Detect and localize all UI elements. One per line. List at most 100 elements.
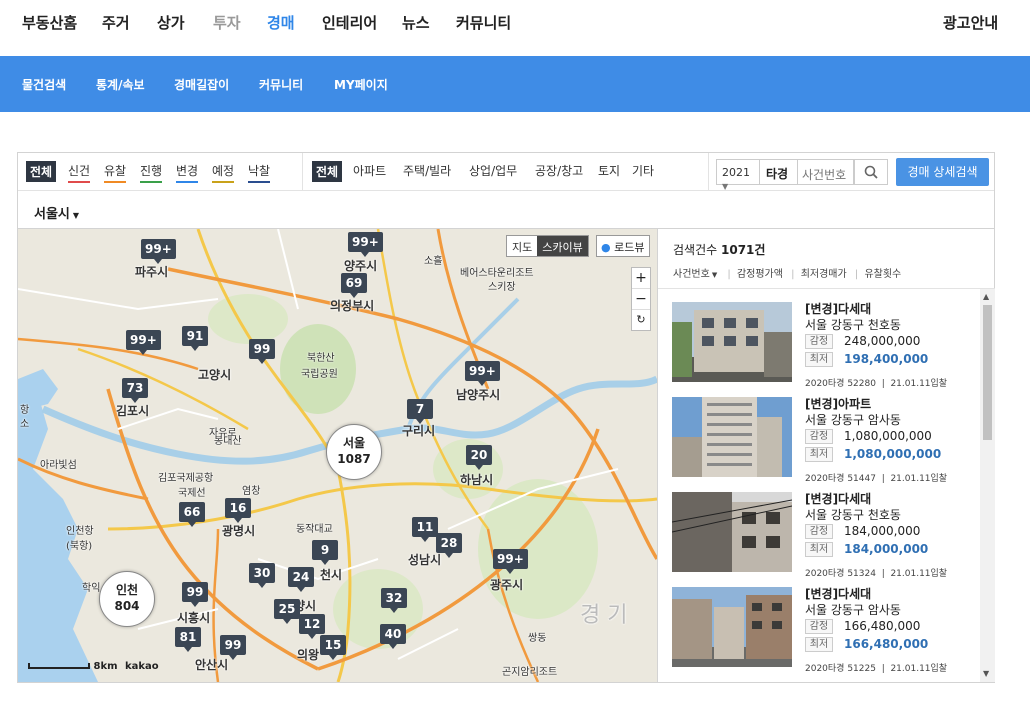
auction-count-marker[interactable]: 66 — [179, 502, 205, 527]
place-label: 구리시 — [402, 424, 436, 438]
property-photo — [672, 587, 792, 667]
status-filter-all[interactable]: 전체 — [26, 161, 57, 182]
subnav-item-search[interactable]: 물건검색 — [22, 76, 66, 93]
scrollbar-thumb[interactable] — [983, 305, 992, 440]
map-view-button[interactable]: 지도 — [507, 236, 538, 256]
building-image — [672, 302, 792, 382]
subnav-item-guide[interactable]: 경매길잡이 — [174, 76, 229, 93]
roadview-label: 로드뷰 — [614, 241, 645, 254]
nav-investment[interactable]: 투자 — [213, 12, 241, 33]
case-info: 2020타경 51324 | 21.01.11입찰 — [805, 569, 948, 579]
bid-date: 21.01.11입찰 — [890, 664, 948, 674]
auction-count-marker[interactable]: 81 — [175, 627, 201, 652]
min-price: 1,080,000,000 — [844, 447, 942, 461]
list-item[interactable]: [변경]다세대 서울 강동구 천호동 감정 248,000,000 최저 198… — [672, 298, 972, 390]
subnav-item-stats[interactable]: 통계/속보 — [96, 76, 145, 93]
auction-count-marker[interactable]: 99+ — [348, 232, 383, 257]
region-cluster-seoul[interactable]: 서울 1087 — [326, 424, 382, 480]
place-label: 항 — [20, 405, 30, 416]
auction-count-marker[interactable]: 7 — [407, 399, 433, 424]
auction-count-marker[interactable]: 32 — [381, 588, 407, 613]
type-filter-all[interactable]: 전체 — [312, 161, 343, 182]
auction-count-marker[interactable]: 99+ — [126, 330, 161, 355]
place-label: 안산시 — [195, 658, 229, 672]
scroll-down-icon[interactable]: ▼ — [983, 669, 989, 678]
region-cluster-incheon[interactable]: 인천 804 — [99, 571, 155, 627]
status-filter-new[interactable]: 신건 — [68, 162, 91, 183]
auction-count-marker[interactable]: 73 — [122, 378, 148, 403]
auction-count-marker[interactable]: 25 — [274, 599, 300, 624]
auction-count-marker[interactable]: 99 — [182, 582, 208, 607]
status-filter-ongoing[interactable]: 진행 — [140, 162, 163, 183]
nav-ad-info[interactable]: 광고안내 — [943, 12, 998, 33]
search-button[interactable] — [854, 159, 888, 185]
auction-count-marker[interactable]: 28 — [436, 533, 462, 558]
auction-count-marker[interactable]: 24 — [288, 567, 314, 592]
nav-interior[interactable]: 인테리어 — [322, 12, 377, 33]
nav-auction[interactable]: 경매 — [267, 12, 295, 33]
auction-count-marker[interactable]: 99+ — [465, 361, 500, 386]
auction-count-marker[interactable]: 69 — [341, 273, 367, 298]
reset-view-button[interactable]: ↻ — [632, 310, 650, 331]
zoom-in-button[interactable]: + — [632, 268, 650, 289]
appraisal-badge: 감정 — [805, 429, 833, 444]
case-info: 2020타경 52280 | 21.01.11입찰 — [805, 379, 948, 389]
type-filter-etc[interactable]: 기타 — [632, 162, 654, 181]
auction-count-marker[interactable]: 20 — [466, 445, 492, 470]
sort-case-number[interactable]: 사건번호 ▼ — [673, 269, 719, 280]
type-filter-factory[interactable]: 공장/창고 — [535, 162, 583, 181]
auction-count-marker[interactable]: 99 — [249, 339, 275, 364]
case-number: 2020타경 51447 — [805, 474, 876, 484]
nav-news[interactable]: 뉴스 — [402, 12, 430, 33]
list-item[interactable]: [변경]아파트 서울 강동구 암사동 감정 1,080,000,000 최저 1… — [672, 393, 972, 485]
scroll-up-icon[interactable]: ▲ — [983, 292, 989, 301]
roadview-button[interactable]: ● 로드뷰 — [596, 235, 651, 257]
result-list: [변경]다세대 서울 강동구 천호동 감정 248,000,000 최저 198… — [658, 288, 995, 682]
auction-count-marker[interactable]: 99+ — [141, 239, 176, 264]
status-filter-scheduled[interactable]: 예정 — [212, 162, 235, 183]
min-price: 166,480,000 — [844, 637, 929, 651]
auction-count-marker[interactable]: 15 — [320, 635, 346, 660]
sort-appraisal[interactable]: 감정평가액 — [737, 269, 783, 280]
map-type-toggle: 지도 스카이뷰 — [506, 235, 589, 257]
auction-count-marker[interactable]: 99 — [220, 635, 246, 660]
auction-count-marker[interactable]: 99+ — [493, 549, 528, 574]
auction-count-marker[interactable]: 12 — [299, 614, 325, 639]
type-filter-house[interactable]: 주택/빌라 — [403, 162, 451, 181]
type-filter-land[interactable]: 토지 — [598, 162, 620, 181]
detail-search-button[interactable]: 경매 상세검색 — [896, 158, 989, 186]
skyview-button[interactable]: 스카이뷰 — [537, 236, 588, 256]
min-price-badge: 최저 — [805, 637, 833, 652]
list-item[interactable]: [변경]다세대 서울 강동구 암사동 감정 166,480,000 최저 166… — [672, 583, 972, 675]
property-title: [변경]다세대 — [805, 302, 872, 316]
subnav-item-community[interactable]: 커뮤니티 — [259, 76, 303, 93]
nav-housing[interactable]: 주거 — [102, 12, 130, 33]
status-filter-sold[interactable]: 낙찰 — [248, 162, 271, 183]
auction-map[interactable]: 파주시 양주시 의정부시 베어스타운리조트 스키장 북한산 국립공원 고양시 남… — [18, 229, 657, 682]
auction-count-marker[interactable]: 91 — [182, 326, 208, 351]
sort-fail-count[interactable]: 유찰횟수 — [864, 269, 901, 280]
auction-count-marker[interactable]: 40 — [380, 624, 406, 649]
subnav-item-mypage[interactable]: MY페이지 — [334, 76, 388, 93]
sort-min-price[interactable]: 최저경매가 — [801, 269, 847, 280]
auction-count-marker[interactable]: 30 — [249, 563, 275, 588]
result-scrollbar[interactable]: ▲ ▼ — [980, 289, 995, 682]
auction-count-marker[interactable]: 9 — [312, 540, 338, 565]
auction-count-marker[interactable]: 11 — [412, 517, 438, 542]
type-filter-apartment[interactable]: 아파트 — [353, 162, 386, 181]
type-filter-commercial[interactable]: 상업/업무 — [469, 162, 517, 181]
divider — [708, 153, 709, 190]
case-number-input[interactable] — [798, 159, 854, 185]
place-label: 곤지암리조트 — [502, 667, 558, 678]
year-select[interactable]: 2021 ▼ — [716, 159, 760, 191]
list-item[interactable]: [변경]다세대 서울 강동구 천호동 감정 184,000,000 최저 184… — [672, 488, 972, 580]
region-select[interactable]: 서울시 ▼ — [34, 203, 79, 222]
zoom-out-button[interactable]: − — [632, 289, 650, 310]
nav-community[interactable]: 커뮤니티 — [456, 12, 511, 33]
status-filter-failed[interactable]: 유찰 — [104, 162, 127, 183]
place-label: 학익 — [82, 583, 101, 594]
nav-commercial[interactable]: 상가 — [157, 12, 185, 33]
status-filter-changed[interactable]: 변경 — [176, 162, 199, 183]
nav-realestate-home[interactable]: 부동산홈 — [22, 12, 77, 33]
auction-count-marker[interactable]: 16 — [225, 498, 251, 523]
